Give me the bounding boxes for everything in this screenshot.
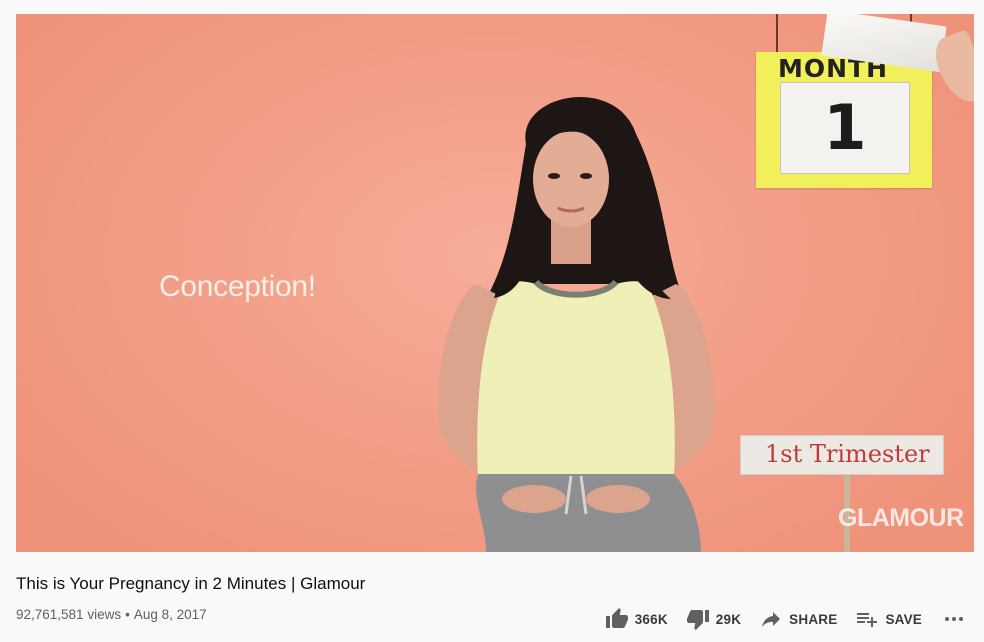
calendar-number: 1 <box>823 91 867 164</box>
video-caption: Conception! <box>159 270 316 303</box>
month-calendar-sign: MONTH 1 <box>756 52 932 188</box>
trimester-sign: 1st Trimester <box>740 435 944 475</box>
meta-separator: • <box>125 607 130 622</box>
share-arrow-icon <box>762 612 781 627</box>
playlist-add-icon <box>857 613 878 627</box>
more-dots-icon <box>945 617 963 621</box>
thumb-down-icon <box>686 610 709 630</box>
thumb-up-icon <box>605 608 628 628</box>
calendar-string-left <box>776 14 778 54</box>
save-button[interactable]: SAVE <box>855 607 922 631</box>
dislike-count: 29K <box>715 611 742 627</box>
video-player[interactable]: Conception! MONTH 1 1st Trimester GLAMOU… <box>16 14 974 552</box>
upload-date: Aug 8, 2017 <box>133 607 207 622</box>
video-title: This is Your Pregnancy in 2 Minutes | Gl… <box>16 574 366 593</box>
share-label: SHARE <box>789 611 838 627</box>
more-actions-button[interactable] <box>942 607 966 631</box>
save-label: SAVE <box>885 611 922 627</box>
share-button[interactable]: SHARE <box>759 607 837 631</box>
view-count: 92,761,581 views <box>16 607 122 622</box>
like-button[interactable]: 366K <box>605 607 668 631</box>
watch-page: Conception! MONTH 1 1st Trimester GLAMOU… <box>0 0 984 642</box>
like-count: 366K <box>634 611 668 627</box>
video-meta: 92,761,581 views • Aug 8, 2017 <box>16 607 207 622</box>
glamour-watermark: GLAMOUR <box>838 504 964 532</box>
woman-image <box>437 96 715 552</box>
trimester-text: 1st Trimester <box>765 440 930 468</box>
calendar-pad: 1 <box>780 82 910 174</box>
dislike-button[interactable]: 29K <box>686 607 741 631</box>
action-bar: 366K 29K SHARE SAVE <box>587 605 966 633</box>
